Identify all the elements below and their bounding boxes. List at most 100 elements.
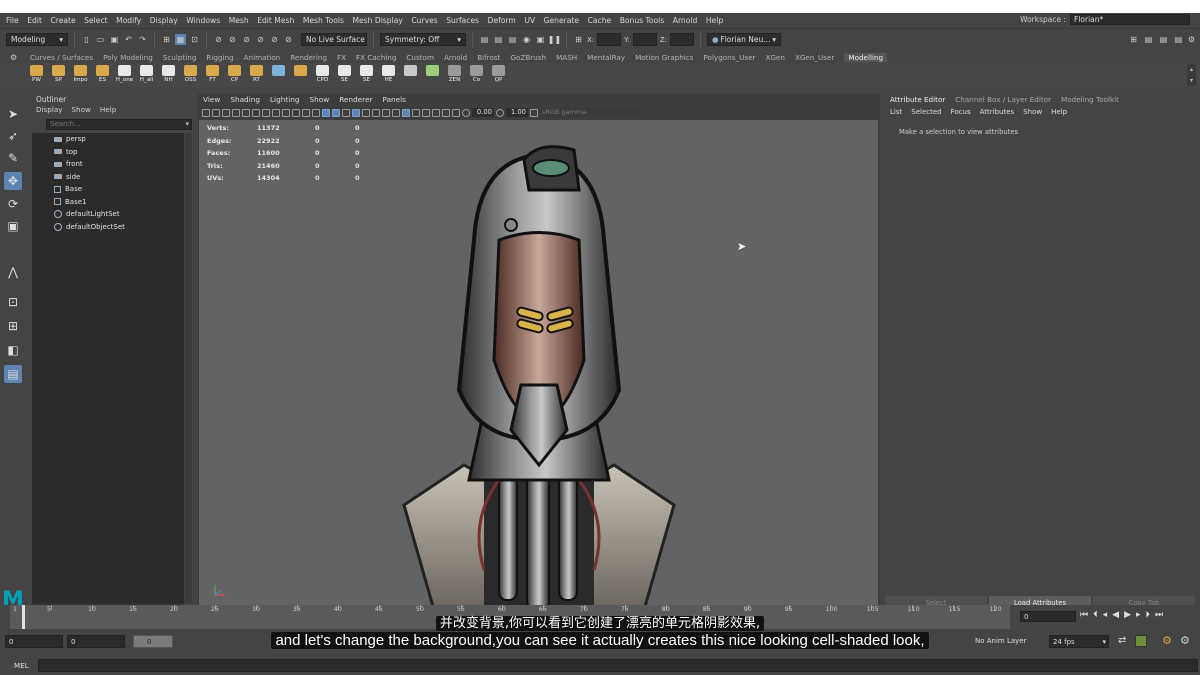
field-chart-icon[interactable]	[292, 108, 300, 117]
shelf-button[interactable]	[402, 64, 419, 86]
attribute-menu-attributes[interactable]: Attributes	[980, 108, 1015, 116]
shelf-button[interactable]: H_all	[138, 64, 155, 86]
shelf-button[interactable]: NH	[160, 64, 177, 86]
outliner-layout-icon[interactable]: ▤	[4, 365, 22, 383]
menu-mesh-tools[interactable]: Mesh Tools	[303, 16, 344, 25]
command-input[interactable]	[38, 658, 1198, 672]
y-field[interactable]	[632, 33, 657, 46]
shelf-button[interactable]: ZEN	[446, 64, 463, 86]
x-field[interactable]	[597, 33, 622, 46]
select-component-icon[interactable]: ⊡	[189, 34, 200, 45]
menu-cache[interactable]: Cache	[588, 16, 612, 25]
attribute-menu-help[interactable]: Help	[1051, 108, 1067, 116]
workspace-selector[interactable]: Workspace : Florian*	[1020, 14, 1190, 25]
render-frame-icon[interactable]: ▤	[479, 34, 490, 45]
outliner-item[interactable]: persp	[32, 133, 184, 146]
tool-settings-icon[interactable]: ▤	[1158, 34, 1169, 45]
shelf-tab-bifrost[interactable]: Bifrost	[477, 53, 500, 62]
scale-tool-icon[interactable]: ▣	[4, 217, 22, 235]
viewport-menu-panels[interactable]: Panels	[383, 95, 407, 104]
viewport-menu-shading[interactable]: Shading	[230, 95, 260, 104]
shelf-tab-motion-graphics[interactable]: Motion Graphics	[635, 53, 693, 62]
2d-pan-zoom-icon[interactable]	[232, 108, 240, 117]
shelf-tab-gozbrush[interactable]: GoZBrush	[510, 53, 546, 62]
menu-uv[interactable]: UV	[524, 16, 535, 25]
shelf-tab-xgen-user[interactable]: XGen_User	[795, 53, 834, 62]
shelf-button[interactable]: H_one	[116, 64, 133, 86]
viewport-menu-view[interactable]: View	[203, 95, 220, 104]
menu-windows[interactable]: Windows	[186, 16, 220, 25]
grid-icon[interactable]	[252, 108, 260, 117]
shelf-button[interactable]: Impo	[72, 64, 89, 86]
shelf-button[interactable]: RT	[248, 64, 265, 86]
symmetry-dropdown[interactable]: Symmetry: Off ▾	[380, 33, 466, 46]
exposure-icon[interactable]	[462, 108, 470, 117]
bookmarks-icon[interactable]	[212, 108, 220, 117]
shelf-tab-mentalray[interactable]: MentalRay	[587, 53, 625, 62]
shadows-icon[interactable]	[372, 108, 380, 117]
shelf-button[interactable]	[292, 64, 309, 86]
outliner-item[interactable]: side	[32, 171, 184, 184]
chevron-down-icon[interactable]: ▾	[185, 120, 189, 129]
snap-view-icon[interactable]: ⊘	[255, 34, 266, 45]
shelf-tab-xgen[interactable]: XGen	[765, 53, 784, 62]
viewport-menu-lighting[interactable]: Lighting	[270, 95, 300, 104]
shelf-tab-rendering[interactable]: Rendering	[290, 53, 327, 62]
shelf-button[interactable]: SE	[336, 64, 353, 86]
shelf-button[interactable]: PW	[28, 64, 45, 86]
exposure-field[interactable]: 0.00	[472, 108, 494, 117]
menu-file[interactable]: File	[6, 16, 19, 25]
menu-deform[interactable]: Deform	[488, 16, 516, 25]
shelf-tab-polygons-user[interactable]: Polygons_User	[703, 53, 755, 62]
menu-bonus-tools[interactable]: Bonus Tools	[620, 16, 665, 25]
tab-modeling-toolkit[interactable]: Modeling Toolkit	[1061, 95, 1119, 104]
menu-arnold[interactable]: Arnold	[673, 16, 698, 25]
menu-edit-mesh[interactable]: Edit Mesh	[257, 16, 294, 25]
tab-channel-box-layer-editor[interactable]: Channel Box / Layer Editor	[955, 95, 1051, 104]
shelf-button[interactable]	[424, 64, 441, 86]
transform-absolute-icon[interactable]: ⊞	[573, 34, 584, 45]
user-account-dropdown[interactable]: ● Florian Neu... ▾	[707, 33, 782, 46]
multisample-aa-icon[interactable]	[402, 108, 410, 117]
shelf-button[interactable]: QP	[490, 64, 507, 86]
select-object-icon[interactable]: ▦	[175, 34, 186, 45]
menu-edit[interactable]: Edit	[27, 16, 42, 25]
shelf-button[interactable]: OSS	[182, 64, 199, 86]
menu-modify[interactable]: Modify	[116, 16, 141, 25]
depth-of-field-icon[interactable]	[412, 108, 420, 117]
film-gate-icon[interactable]	[262, 108, 270, 117]
snap-point-icon[interactable]: ⊘	[241, 34, 252, 45]
menu-set-dropdown[interactable]: Modeling ▾	[6, 33, 68, 46]
shelf-tab-fx[interactable]: FX	[337, 53, 346, 62]
gamma-field[interactable]: 1.00	[506, 108, 528, 117]
use-all-lights-icon[interactable]	[362, 108, 370, 117]
resolution-gate-icon[interactable]	[272, 108, 280, 117]
outliner-item[interactable]: front	[32, 158, 184, 171]
snap-surface-icon[interactable]: ⊘	[269, 34, 280, 45]
shelf-button[interactable]: CPD	[314, 64, 331, 86]
shelf-tab-arnold[interactable]: Arnold	[444, 53, 467, 62]
shelf-tab-sculpting[interactable]: Sculpting	[163, 53, 197, 62]
screen-space-ao-icon[interactable]	[382, 108, 390, 117]
shelf-tab-animation[interactable]: Animation	[244, 53, 281, 62]
single-perspective-layout-icon[interactable]: ⊡	[4, 293, 22, 311]
attribute-menu-list[interactable]: List	[890, 108, 902, 116]
menu-mesh-display[interactable]: Mesh Display	[352, 16, 402, 25]
shelf-button[interactable]: SP	[50, 64, 67, 86]
shelf-button[interactable]: CP	[226, 64, 243, 86]
snap-grid-icon[interactable]: ⊘	[213, 34, 224, 45]
modeling-toolkit-icon[interactable]: ⊞	[1128, 34, 1139, 45]
shelf-button[interactable]: SE	[358, 64, 375, 86]
outliner-menu-show[interactable]: Show	[72, 105, 91, 117]
snap-pivot-icon[interactable]: ⊘	[283, 34, 294, 45]
shelf-button[interactable]: FT	[204, 64, 221, 86]
shelf-menu-icon[interactable]: ⚙	[10, 53, 17, 62]
menu-surfaces[interactable]: Surfaces	[446, 16, 479, 25]
isolate-select-icon[interactable]	[422, 108, 430, 117]
menu-create[interactable]: Create	[50, 16, 75, 25]
shelf-tab-poly-modeling[interactable]: Poly Modeling	[103, 53, 153, 62]
attribute-menu-show[interactable]: Show	[1023, 108, 1042, 116]
grease-pencil-icon[interactable]	[242, 108, 250, 117]
live-surface-field[interactable]: No Live Surface	[301, 33, 367, 46]
hypershade-icon[interactable]: ◉	[521, 34, 532, 45]
